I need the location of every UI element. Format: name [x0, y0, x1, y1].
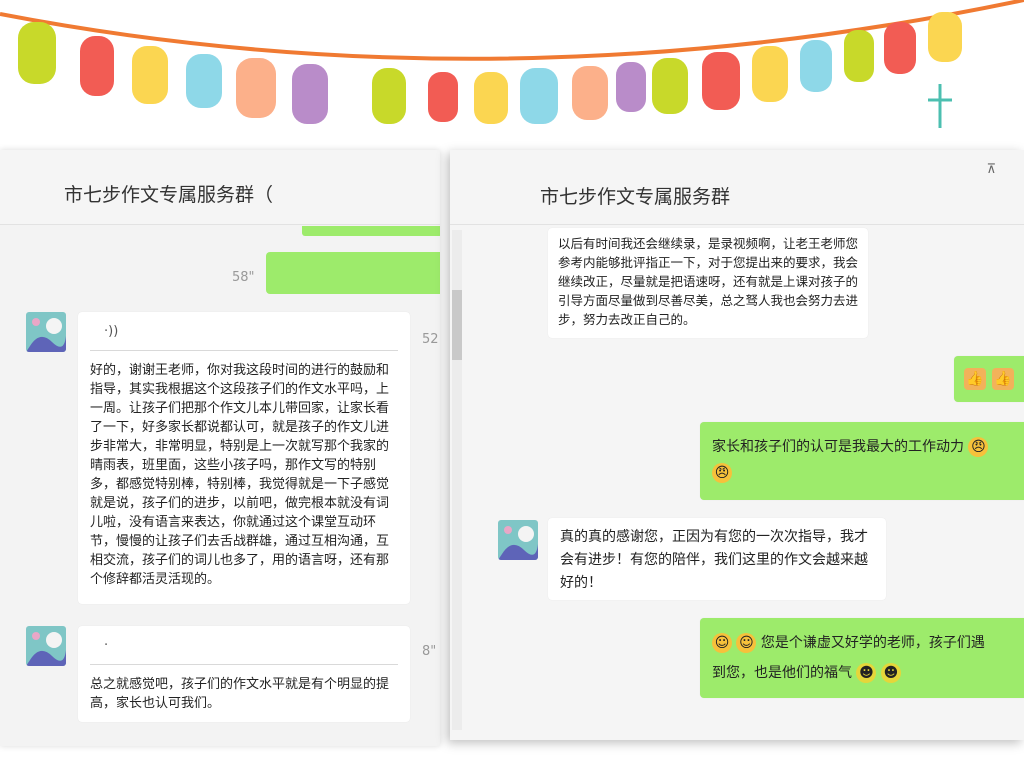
message-text: 以后有时间我还会继续录，是录视频啊，让老王老师您参考内能够批评指正一下，对于您提… [558, 236, 859, 327]
strong-icon: 😠 [968, 437, 989, 457]
scrollbar-thumb[interactable] [452, 290, 462, 360]
voice-message-sent-1[interactable] [302, 226, 440, 236]
voice-duration: 52 [422, 332, 439, 347]
message-text: 真的真的感谢您，正因为有您的一次次指导，我才会有进步！有您的陪伴，我们这里的作文… [560, 529, 868, 591]
sparkle-decoration [928, 84, 952, 128]
voice-duration: 58" [232, 270, 255, 285]
voice-player[interactable]: ·)) [90, 318, 398, 351]
message-bubble-sent[interactable]: ☺ ☺ 您是个谦虚又好学的老师，孩子们遇 到您，也是他们的福气 ☻ ☻ [700, 618, 1024, 698]
thumbs-up-icon: 👍 [964, 368, 986, 390]
chat-header: 市七步作文专属服务群（ [0, 150, 440, 225]
voice-wave-icon: ·)) [104, 324, 119, 339]
message-text: 好的，谢谢王老师，你对我这段时间的进行的鼓励和指导，其实我根据这个这段孩子们的作… [90, 363, 390, 587]
message-bubble-received[interactable]: 真的真的感谢您，正因为有您的一次次指导，我才会有进步！有您的陪伴，我们这里的作文… [548, 518, 886, 600]
avatar-image [26, 312, 66, 352]
strong-icon: 😠 [712, 463, 732, 483]
chat-window-right: 市七步作文专属服务群 ⊼ 以后有时间我还会继续录，是录视频啊，让老王老师您参考内… [450, 150, 1024, 740]
avatar[interactable] [26, 626, 66, 666]
scrollbar[interactable] [452, 230, 462, 730]
message-text: 总之就感觉吧，孩子们的作文水平就是有个明显的提高，家长也认可我们。 [90, 677, 390, 711]
voice-player[interactable]: · [90, 632, 398, 665]
grin-icon: ☻ [856, 663, 877, 683]
avatar[interactable] [498, 520, 538, 560]
voice-message-sent-2[interactable] [266, 252, 440, 294]
avatar-image [26, 626, 66, 666]
thumbs-up-icon: 👍 [992, 368, 1014, 390]
message-text: 到您，也是他们的福气 [712, 665, 852, 681]
message-bubble-received[interactable]: 以后有时间我还会继续录，是录视频啊，让老王老师您参考内能够批评指正一下，对于您提… [548, 228, 868, 338]
chat-window-left: 市七步作文专属服务群（ 58" ·)) 好的，谢谢王老师，你对我这段时间的进行的… [0, 150, 440, 746]
pin-icon[interactable]: ⊼ [986, 162, 996, 177]
message-bubble-sent-emoji[interactable]: 👍 👍 [954, 356, 1024, 402]
message-bubble-sent[interactable]: 家长和孩子们的认可是我最大的工作动力 😠 😠 [700, 422, 1024, 500]
voice-duration: 8" [422, 644, 437, 659]
bunting-flags [18, 12, 962, 124]
chat-title: 市七步作文专属服务群（ [64, 184, 274, 206]
smile-icon: ☺ [712, 633, 732, 653]
avatar[interactable] [26, 312, 66, 352]
voice-wave-icon: · [104, 638, 109, 653]
chat-title: 市七步作文专属服务群 [540, 186, 731, 208]
message-bubble-voice-transcript[interactable]: ·)) 好的，谢谢王老师，你对我这段时间的进行的鼓励和指导，其实我根据这个这段孩… [78, 312, 410, 604]
grin-icon: ☻ [880, 663, 901, 683]
avatar-image [498, 520, 538, 560]
message-bubble-voice-transcript[interactable]: · 总之就感觉吧，孩子们的作文水平就是有个明显的提高，家长也认可我们。 [78, 626, 410, 722]
smile-icon: ☺ [736, 633, 757, 653]
chat-header: 市七步作文专属服务群 ⊼ [450, 150, 1024, 225]
bunting-decoration [0, 0, 1024, 128]
message-text: 您是个谦虚又好学的老师，孩子们遇 [760, 635, 985, 651]
message-text: 家长和孩子们的认可是我最大的工作动力 [712, 439, 964, 455]
